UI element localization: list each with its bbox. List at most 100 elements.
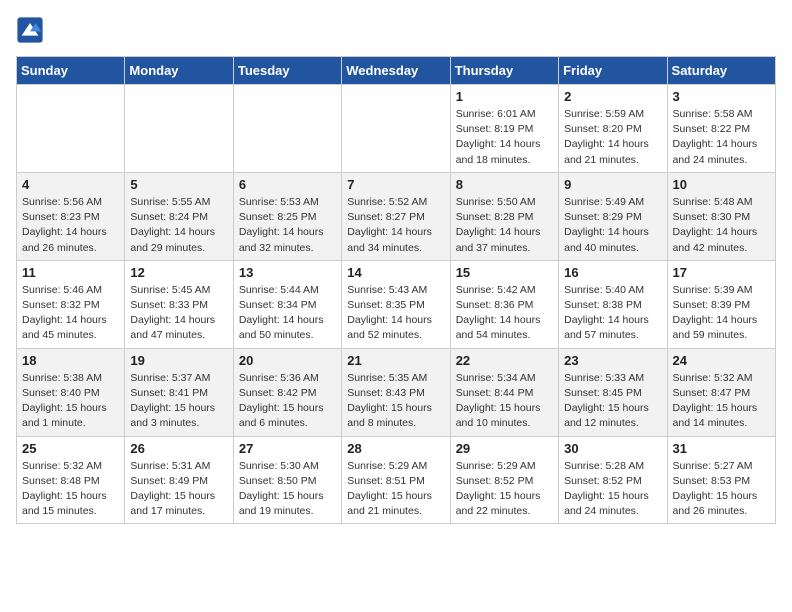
weekday-header-cell: Wednesday <box>342 57 450 85</box>
calendar-day-cell: 15Sunrise: 5:42 AM Sunset: 8:36 PM Dayli… <box>450 260 558 348</box>
day-number: 30 <box>564 441 661 456</box>
day-info: Sunrise: 5:53 AM Sunset: 8:25 PM Dayligh… <box>239 195 336 256</box>
calendar-day-cell: 3 Sunrise: 5:58 AM Sunset: 8:22 PM Daylig… <box>667 85 775 173</box>
calendar-week-row: 1 Sunrise: 6:01 AM Sunset: 8:19 PM Daylig… <box>17 85 776 173</box>
calendar-day-cell: 6Sunrise: 5:53 AM Sunset: 8:25 PM Daylig… <box>233 172 341 260</box>
day-number: 24 <box>673 353 770 368</box>
calendar-day-cell: 31Sunrise: 5:27 AM Sunset: 8:53 PM Dayli… <box>667 436 775 524</box>
day-number: 28 <box>347 441 444 456</box>
day-info: Sunrise: 5:30 AM Sunset: 8:50 PM Dayligh… <box>239 459 336 520</box>
day-info: Sunrise: 5:49 AM Sunset: 8:29 PM Dayligh… <box>564 195 661 256</box>
day-number: 20 <box>239 353 336 368</box>
weekday-header-cell: Tuesday <box>233 57 341 85</box>
logo-icon <box>16 16 44 44</box>
day-number: 25 <box>22 441 119 456</box>
day-number: 10 <box>673 177 770 192</box>
weekday-header-cell: Saturday <box>667 57 775 85</box>
calendar-day-cell: 7Sunrise: 5:52 AM Sunset: 8:27 PM Daylig… <box>342 172 450 260</box>
calendar-day-cell: 29 Sunrise: 5:29 AM Sunset: 8:52 PM Dayli… <box>450 436 558 524</box>
calendar-day-cell: 1 Sunrise: 6:01 AM Sunset: 8:19 PM Daylig… <box>450 85 558 173</box>
calendar-day-cell: 10Sunrise: 5:48 AM Sunset: 8:30 PM Dayli… <box>667 172 775 260</box>
day-number: 1 <box>456 89 553 104</box>
day-info: Sunrise: 5:43 AM Sunset: 8:35 PM Dayligh… <box>347 283 444 344</box>
calendar-week-row: 25 Sunrise: 5:32 AM Sunset: 8:48 PM Dayli… <box>17 436 776 524</box>
calendar-day-cell: 24 Sunrise: 5:32 AM Sunset: 8:47 PM Dayli… <box>667 348 775 436</box>
calendar-day-cell: 25 Sunrise: 5:32 AM Sunset: 8:48 PM Dayli… <box>17 436 125 524</box>
day-number: 3 <box>673 89 770 104</box>
day-number: 29 <box>456 441 553 456</box>
day-info: Sunrise: 5:28 AM Sunset: 8:52 PM Dayligh… <box>564 459 661 520</box>
day-number: 12 <box>130 265 227 280</box>
day-info: Sunrise: 5:29 AM Sunset: 8:51 PM Dayligh… <box>347 459 444 520</box>
calendar-day-cell: 27 Sunrise: 5:30 AM Sunset: 8:50 PM Dayli… <box>233 436 341 524</box>
day-number: 22 <box>456 353 553 368</box>
calendar-day-cell: 4Sunrise: 5:56 AM Sunset: 8:23 PM Daylig… <box>17 172 125 260</box>
calendar-day-cell: 8 Sunrise: 5:50 AM Sunset: 8:28 PM Daylig… <box>450 172 558 260</box>
calendar-day-cell: 19 Sunrise: 5:37 AM Sunset: 8:41 PM Dayli… <box>125 348 233 436</box>
day-info: Sunrise: 5:39 AM Sunset: 8:39 PM Dayligh… <box>673 283 770 344</box>
day-info: Sunrise: 5:40 AM Sunset: 8:38 PM Dayligh… <box>564 283 661 344</box>
day-info: Sunrise: 5:58 AM Sunset: 8:22 PM Dayligh… <box>673 107 770 168</box>
calendar-day-cell: 5 Sunrise: 5:55 AM Sunset: 8:24 PM Daylig… <box>125 172 233 260</box>
calendar-day-cell <box>125 85 233 173</box>
day-number: 11 <box>22 265 119 280</box>
day-number: 26 <box>130 441 227 456</box>
weekday-header-cell: Sunday <box>17 57 125 85</box>
day-number: 16 <box>564 265 661 280</box>
day-number: 23 <box>564 353 661 368</box>
calendar-week-row: 4Sunrise: 5:56 AM Sunset: 8:23 PM Daylig… <box>17 172 776 260</box>
calendar-day-cell: 23Sunrise: 5:33 AM Sunset: 8:45 PM Dayli… <box>559 348 667 436</box>
calendar-day-cell <box>342 85 450 173</box>
day-info: Sunrise: 5:44 AM Sunset: 8:34 PM Dayligh… <box>239 283 336 344</box>
calendar-day-cell: 28 Sunrise: 5:29 AM Sunset: 8:51 PM Dayli… <box>342 436 450 524</box>
day-info: Sunrise: 5:59 AM Sunset: 8:20 PM Dayligh… <box>564 107 661 168</box>
day-info: Sunrise: 5:31 AM Sunset: 8:49 PM Dayligh… <box>130 459 227 520</box>
day-number: 8 <box>456 177 553 192</box>
logo <box>16 16 48 44</box>
day-number: 9 <box>564 177 661 192</box>
calendar-day-cell <box>17 85 125 173</box>
calendar-day-cell: 30 Sunrise: 5:28 AM Sunset: 8:52 PM Dayli… <box>559 436 667 524</box>
day-number: 19 <box>130 353 227 368</box>
calendar-day-cell: 17 Sunrise: 5:39 AM Sunset: 8:39 PM Dayli… <box>667 260 775 348</box>
day-info: Sunrise: 5:29 AM Sunset: 8:52 PM Dayligh… <box>456 459 553 520</box>
weekday-header-cell: Thursday <box>450 57 558 85</box>
calendar-day-cell: 11 Sunrise: 5:46 AM Sunset: 8:32 PM Dayli… <box>17 260 125 348</box>
day-info: Sunrise: 5:46 AM Sunset: 8:32 PM Dayligh… <box>22 283 119 344</box>
weekday-header-cell: Friday <box>559 57 667 85</box>
calendar-body: 1 Sunrise: 6:01 AM Sunset: 8:19 PM Daylig… <box>17 85 776 524</box>
day-info: Sunrise: 5:32 AM Sunset: 8:48 PM Dayligh… <box>22 459 119 520</box>
day-number: 7 <box>347 177 444 192</box>
calendar-day-cell: 13 Sunrise: 5:44 AM Sunset: 8:34 PM Dayli… <box>233 260 341 348</box>
day-number: 14 <box>347 265 444 280</box>
calendar-day-cell: 26 Sunrise: 5:31 AM Sunset: 8:49 PM Dayli… <box>125 436 233 524</box>
calendar-day-cell: 22 Sunrise: 5:34 AM Sunset: 8:44 PM Dayli… <box>450 348 558 436</box>
day-info: Sunrise: 5:38 AM Sunset: 8:40 PM Dayligh… <box>22 371 119 432</box>
day-info: Sunrise: 5:50 AM Sunset: 8:28 PM Dayligh… <box>456 195 553 256</box>
day-number: 27 <box>239 441 336 456</box>
calendar-week-row: 11 Sunrise: 5:46 AM Sunset: 8:32 PM Dayli… <box>17 260 776 348</box>
calendar-day-cell <box>233 85 341 173</box>
day-number: 2 <box>564 89 661 104</box>
day-number: 5 <box>130 177 227 192</box>
calendar-day-cell: 16 Sunrise: 5:40 AM Sunset: 8:38 PM Dayli… <box>559 260 667 348</box>
calendar-day-cell: 20 Sunrise: 5:36 AM Sunset: 8:42 PM Dayli… <box>233 348 341 436</box>
day-info: Sunrise: 5:42 AM Sunset: 8:36 PM Dayligh… <box>456 283 553 344</box>
day-info: Sunrise: 5:55 AM Sunset: 8:24 PM Dayligh… <box>130 195 227 256</box>
day-info: Sunrise: 5:37 AM Sunset: 8:41 PM Dayligh… <box>130 371 227 432</box>
weekday-header-cell: Monday <box>125 57 233 85</box>
day-number: 18 <box>22 353 119 368</box>
day-info: Sunrise: 5:45 AM Sunset: 8:33 PM Dayligh… <box>130 283 227 344</box>
day-number: 4 <box>22 177 119 192</box>
calendar-day-cell: 14 Sunrise: 5:43 AM Sunset: 8:35 PM Dayli… <box>342 260 450 348</box>
calendar-day-cell: 12 Sunrise: 5:45 AM Sunset: 8:33 PM Dayli… <box>125 260 233 348</box>
calendar-day-cell: 18 Sunrise: 5:38 AM Sunset: 8:40 PM Dayli… <box>17 348 125 436</box>
day-number: 17 <box>673 265 770 280</box>
day-info: Sunrise: 5:36 AM Sunset: 8:42 PM Dayligh… <box>239 371 336 432</box>
day-info: Sunrise: 5:32 AM Sunset: 8:47 PM Dayligh… <box>673 371 770 432</box>
day-number: 21 <box>347 353 444 368</box>
day-info: Sunrise: 6:01 AM Sunset: 8:19 PM Dayligh… <box>456 107 553 168</box>
day-number: 13 <box>239 265 336 280</box>
day-info: Sunrise: 5:34 AM Sunset: 8:44 PM Dayligh… <box>456 371 553 432</box>
header <box>16 16 776 44</box>
